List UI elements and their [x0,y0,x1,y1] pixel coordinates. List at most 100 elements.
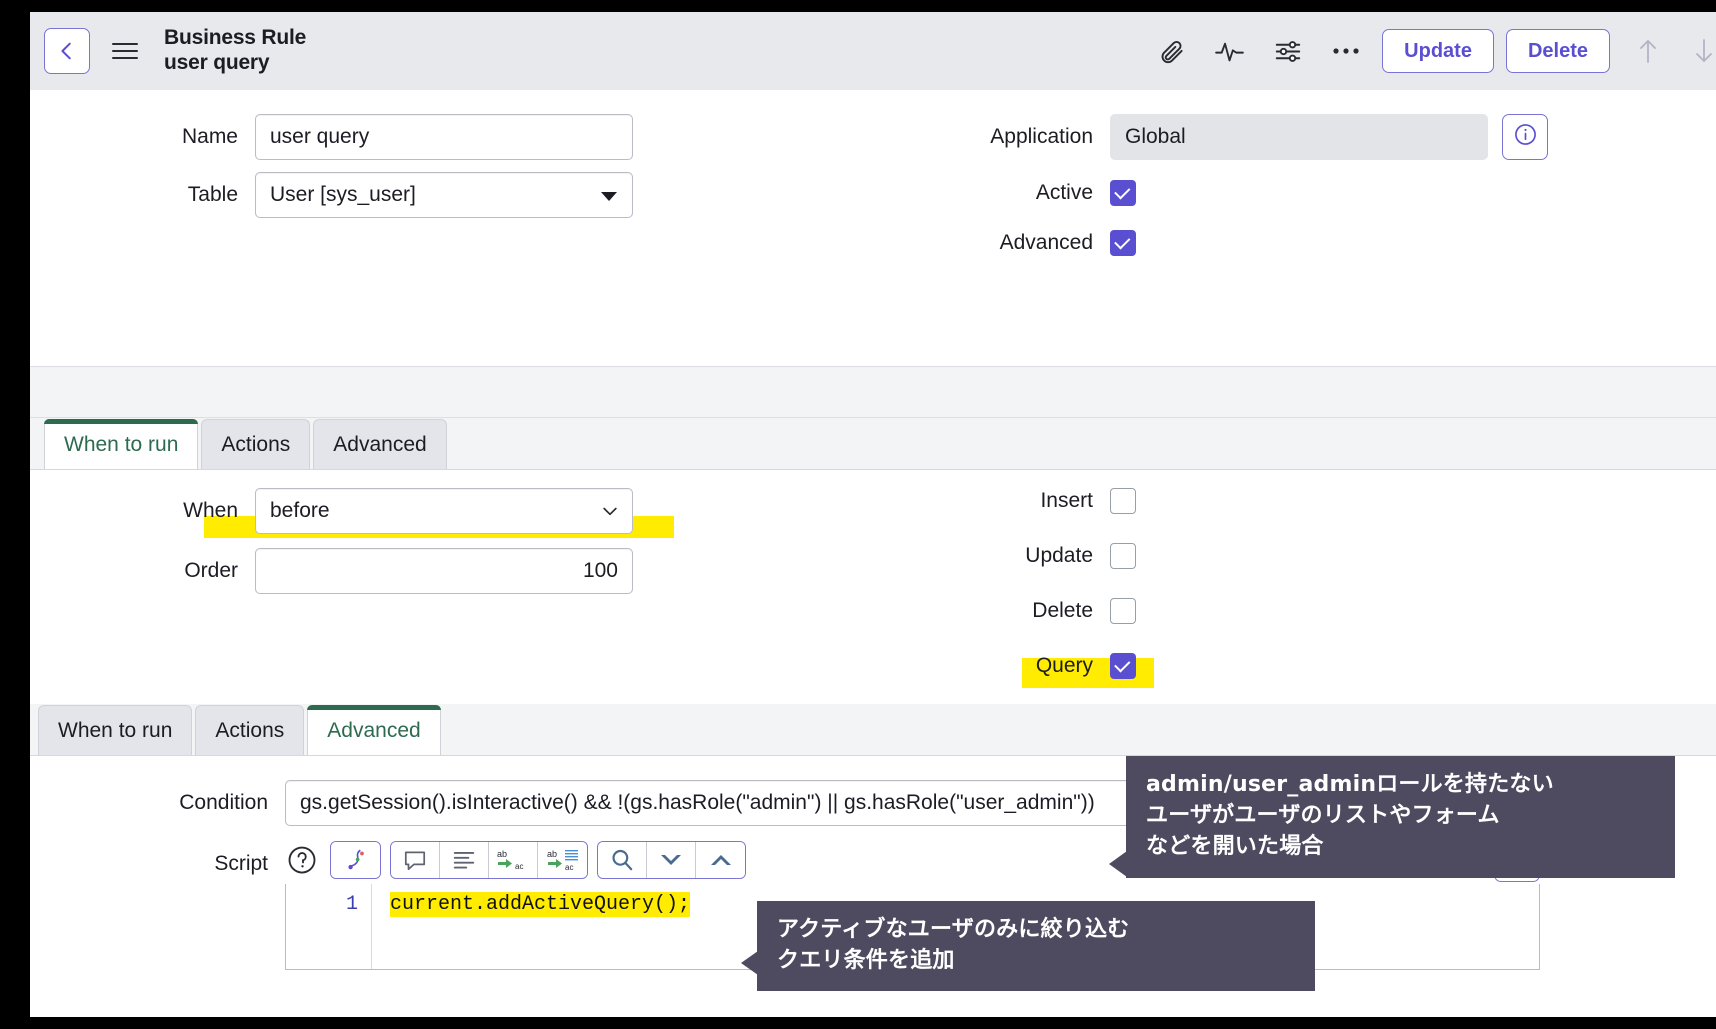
when-select-value[interactable]: before [255,488,633,534]
line-number: 1 [345,893,358,916]
script-callout-line-1: アクティブなユーザのみに絞り込む [777,917,1130,942]
format-code-icon[interactable] [440,842,489,878]
application-value: Global [1110,114,1488,160]
condition-callout-line-2: ユーザがユーザのリストやフォーム [1146,803,1500,829]
when-label: When [183,499,238,522]
activity-icon[interactable] [1215,38,1245,65]
order-field-row: Order [30,548,690,594]
insert-checkbox[interactable] [1110,488,1136,514]
back-button[interactable] [44,28,90,74]
insert-field-row: Insert [930,488,1350,514]
when-panel-tabstrip: When to run Actions Advanced [30,418,1716,470]
find-previous-icon[interactable] [696,842,745,878]
attachment-icon[interactable] [1158,38,1185,65]
tab-when-to-run[interactable]: When to run [44,419,199,469]
update-button[interactable]: Update [1382,29,1494,73]
script-edit-group: ab ac ab ac [390,841,588,879]
callout-tail-icon [1109,851,1127,877]
section-divider [30,366,1716,418]
condition-label: Condition [179,791,268,814]
tab-advanced-2[interactable]: Advanced [307,705,442,755]
script-label: Script [214,852,268,875]
when-left-fields: When before Order [30,488,690,606]
script-callout-line-2: クエリ条件を追加 [777,948,955,974]
script-callout: アクティブなユーザのみに絞り込む クエリ条件を追加 [741,901,1315,992]
condition-callout-line-3: などを開いた場合 [1146,834,1324,860]
tab-actions-2[interactable]: Actions [195,705,305,755]
record-header: Business Rule user query Update Delete [30,12,1716,90]
page-title: Business Rule user query [164,26,306,76]
update-field-row: Update [930,543,1350,569]
code-gutter: 1 [286,884,372,969]
table-select-value[interactable]: User [sys_user] [255,172,633,218]
advanced-panel-tabstrip: When to run Actions Advanced [30,704,1716,756]
delete-checkbox[interactable] [1110,598,1136,624]
query-field-row: Query [930,653,1350,688]
code-scrollbar[interactable] [1530,884,1539,969]
condition-callout: admin/user_adminロールを持たない ユーザがユーザのリストやフォー… [1109,756,1675,878]
active-label: Active [1035,181,1093,204]
form-left-column: Name Table User [sys_user] [30,114,690,230]
tab-actions[interactable]: Actions [201,419,311,469]
advanced-label: Advanced [999,231,1093,254]
replace-icon[interactable]: ab ac [489,842,538,878]
replace-all-icon[interactable]: ab ac [538,842,587,878]
arrow-down-icon[interactable] [1692,37,1716,65]
svg-text:ac: ac [565,863,573,872]
table-label: Table [187,183,238,206]
when-panel-body: When before Order 100 Insert Update Dele… [30,470,1716,704]
more-actions-icon[interactable] [1332,46,1360,56]
search-icon[interactable] [598,842,647,878]
script-syntax-icon[interactable] [331,842,380,878]
update-checkbox[interactable] [1110,543,1136,569]
when-select[interactable]: before [255,488,633,534]
record-type-label: Business Rule [164,26,307,50]
personalize-sliders-icon[interactable] [1274,38,1302,65]
find-next-icon[interactable] [647,842,696,878]
query-checkbox[interactable] [1110,653,1136,679]
script-syntax-group [330,841,381,879]
advanced-field-row: Advanced [930,230,1610,256]
hamburger-menu-icon[interactable] [112,38,138,64]
script-search-group [597,841,746,879]
record-nav-arrows [1636,37,1716,65]
callout-tail-icon-2 [741,951,758,975]
condition-callout-line-1: admin/user_adminロールを持たない [1146,772,1554,797]
order-input[interactable] [255,548,633,594]
svg-text:ab: ab [547,849,557,859]
insert-label: Insert [1040,489,1093,512]
tab-advanced[interactable]: Advanced [313,419,447,469]
record-name-label: user query [164,51,270,74]
delete-label: Delete [1032,599,1093,622]
query-label: Query [1035,654,1093,677]
screen-root: Business Rule user query Update Delete N… [0,0,1716,1029]
when-to-run-panel: When to run Actions Advanced When before [30,418,1716,704]
when-action-checkboxes: Insert Update Delete Query [930,488,1350,691]
help-icon[interactable] [285,843,319,877]
header-icon-group [1158,38,1360,65]
info-circle-icon [1513,122,1538,152]
table-field-row: Table User [sys_user] [30,172,690,218]
delete-field-row: Delete [930,598,1350,624]
comment-icon[interactable] [391,842,440,878]
form-right-column: Application Global Active Advanced [930,114,1610,268]
arrow-up-icon[interactable] [1636,37,1660,65]
order-label: Order [184,559,238,582]
header-action-buttons: Update Delete [1382,29,1610,73]
active-field-row: Active [930,180,1610,206]
name-label: Name [181,125,238,148]
svg-text:ac: ac [515,862,523,871]
active-checkbox[interactable] [1110,180,1136,206]
application-field-row: Application Global [930,114,1610,160]
tab-when-to-run-2[interactable]: When to run [38,705,193,755]
name-field-row: Name [30,114,690,160]
code-line-text: current.addActiveQuery(); [390,892,691,917]
chevron-left-icon [56,40,78,62]
name-input[interactable] [255,114,633,160]
advanced-checkbox[interactable] [1110,230,1136,256]
application-label: Application [990,125,1093,148]
update-label: Update [1025,544,1093,567]
delete-button[interactable]: Delete [1505,29,1610,73]
table-select[interactable]: User [sys_user] [255,172,633,218]
application-info-button[interactable] [1502,114,1548,160]
